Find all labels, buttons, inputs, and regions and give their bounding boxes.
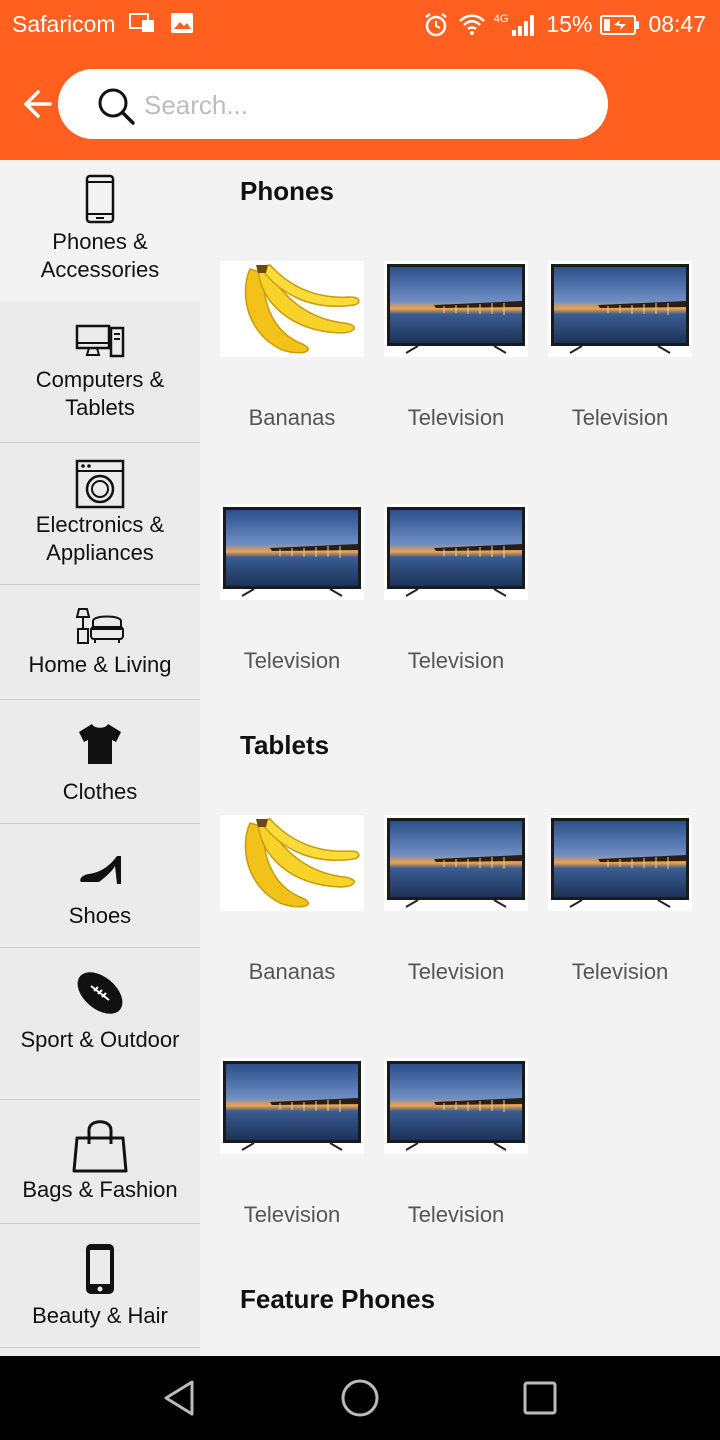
shopping-bag-icon [72,1120,128,1173]
sidebar-item-sport-outdoor[interactable]: Sport & Outdoor [0,948,200,1100]
sidebar-item-beauty-hair[interactable]: Beauty & Hair [0,1224,200,1348]
tshirt-icon [79,724,121,764]
sofa-lamp-icon [75,608,124,644]
sidebar-item-computers-tablets[interactable]: Computers & Tablets [0,302,200,443]
sidebar-item-label: Bags & Fashion [22,1177,178,1202]
smartphone-icon [85,174,115,224]
app-header [0,50,720,160]
nav-back-icon[interactable] [158,1376,202,1420]
nav-recents-icon[interactable] [518,1376,562,1420]
television-image [548,261,692,357]
product-card[interactable]: Television [220,504,364,704]
product-name: Television [407,1202,505,1227]
product-name: Bananas [248,405,336,430]
sidebar-item-label: Sport & Outdoor [20,1027,180,1052]
sidebar-item-clothes[interactable]: Clothes [0,700,200,824]
back-arrow-icon[interactable] [16,86,56,122]
battery-charging-icon [600,14,640,35]
television-image [548,815,692,911]
football-icon [77,972,123,1014]
sidebar-item-phones-accessories[interactable]: Phones & Accessories [0,160,200,302]
battery-percent: 15% [546,11,593,37]
product-name: Television [407,405,505,430]
image-notification-icon [171,13,193,33]
product-card[interactable]: Television [384,504,528,704]
product-name: Bananas [248,959,336,984]
sidebar-item-label: Computers & Tablets [35,367,165,420]
product-name: Television [243,1202,341,1227]
sidebar-item-label: Electronics & Appliances [35,512,165,565]
product-card[interactable]: Television [548,261,692,461]
alarm-icon [424,12,447,36]
product-name: Television [571,405,669,430]
sidebar-item-label: Clothes [62,779,138,804]
high-heel-icon [80,856,121,884]
system-nav-bar [0,1356,720,1440]
television-image [220,1058,364,1154]
section-title: Feature Phones [240,1284,436,1314]
sidebar-item-label: Home & Living [28,652,172,677]
bananas-image [220,815,364,911]
section-title: Phones [240,176,334,206]
product-card[interactable]: Television [548,815,692,1015]
wifi-icon [458,14,485,35]
clock: 08:47 [648,11,706,37]
product-name: Television [407,648,505,673]
television-image [384,504,528,600]
washing-machine-icon [75,459,125,509]
television-image [384,261,528,357]
product-card[interactable]: Television [220,1058,364,1258]
nav-home-icon[interactable] [338,1376,382,1420]
status-bar: Safaricom 4G 15% 08:47 [0,0,720,50]
mobile-phone-icon [86,1244,114,1294]
bananas-image [220,261,364,357]
sidebar-item-bags-fashion[interactable]: Bags & Fashion [0,1100,200,1224]
category-sidebar: Phones & Accessories Computers & Tablets… [0,160,200,1356]
carrier-name: Safaricom [12,11,116,37]
signal-icon [512,14,535,36]
section-title: Tablets [240,730,330,760]
sidebar-item-electronics-appliances[interactable]: Electronics & Appliances [0,443,200,585]
product-name: Television [407,959,505,984]
product-card[interactable]: Television [384,261,528,461]
television-image [384,815,528,911]
sidebar-item-shoes[interactable]: Shoes [0,824,200,948]
message-notification-icon [129,13,154,32]
product-card[interactable]: Bananas [220,261,364,461]
sidebar-item-label: Beauty & Hair [32,1303,168,1328]
network-type: 4G [493,12,509,25]
search-bar[interactable] [58,69,608,139]
product-card[interactable]: Television [384,815,528,1015]
desktop-computer-icon [75,324,125,358]
search-icon [98,88,135,125]
product-name: Television [243,648,341,673]
product-card[interactable]: Television [384,1058,528,1258]
search-input[interactable] [144,85,574,125]
product-card[interactable]: Bananas [220,815,364,1015]
product-name: Television [571,959,669,984]
sidebar-item-home-living[interactable]: Home & Living [0,585,200,700]
television-image [220,504,364,600]
television-image [384,1058,528,1154]
product-content: Phones Bananas Television Television Tel… [200,160,720,1356]
sidebar-item-label: Phones & Accessories [40,229,160,282]
sidebar-item-label: Shoes [68,903,132,928]
